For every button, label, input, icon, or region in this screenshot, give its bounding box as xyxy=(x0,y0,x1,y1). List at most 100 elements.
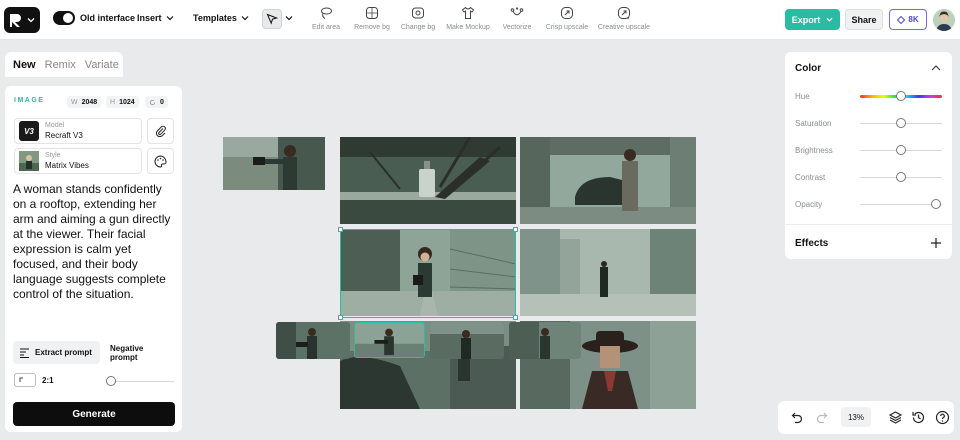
style-key: Style xyxy=(45,152,61,159)
hue-slider-knob[interactable] xyxy=(896,91,906,101)
chevron-down-icon xyxy=(285,16,293,21)
crisp-upscale-tool[interactable]: Crisp upscale xyxy=(535,6,599,31)
lasso-icon xyxy=(321,7,332,19)
effects-section-title: Effects xyxy=(795,238,829,249)
model-badge: V3 xyxy=(24,126,34,136)
select-tool-button[interactable] xyxy=(262,9,282,29)
remove-bg-label: Remove bg xyxy=(354,24,390,31)
extract-prompt-label: Extract prompt xyxy=(35,348,92,357)
count-field[interactable]: 0 xyxy=(145,96,168,108)
model-value: Recraft V3 xyxy=(45,131,83,140)
plus-icon[interactable] xyxy=(931,238,941,248)
brightness-label: Brightness xyxy=(795,146,833,155)
top-toolbar: Old interface Insert Templates Edit area… xyxy=(0,0,960,40)
make-mockup-label: Make Mockup xyxy=(446,24,490,31)
generate-button[interactable]: Generate xyxy=(13,402,175,426)
resize-handle-bottom-right[interactable] xyxy=(513,315,518,320)
credits-label: 8K xyxy=(908,15,919,24)
chevron-down-icon xyxy=(27,18,35,23)
vectorize-label: Vectorize xyxy=(502,24,532,31)
resize-handle-top-left[interactable] xyxy=(338,227,343,232)
refresh-icon xyxy=(149,99,156,105)
redo-icon[interactable] xyxy=(815,410,830,425)
canvas-image-4[interactable] xyxy=(520,229,696,316)
resize-handle-bottom-left[interactable] xyxy=(338,315,343,320)
user-avatar[interactable] xyxy=(933,9,955,31)
chevron-down-icon xyxy=(241,16,249,21)
undo-icon[interactable] xyxy=(789,410,804,425)
height-field[interactable]: H 1024 xyxy=(106,96,139,108)
aspect-ratio-icon[interactable] xyxy=(14,373,36,387)
canvas-thumbnail-3[interactable] xyxy=(430,322,504,359)
canvas-thumbnail-4[interactable] xyxy=(509,322,581,359)
templates-menu[interactable]: Templates xyxy=(193,13,237,23)
remove-bg-icon xyxy=(366,7,378,19)
canvas-image-1[interactable] xyxy=(223,137,325,190)
insert-menu[interactable]: Insert xyxy=(137,13,162,23)
style-value: Matrix Vibes xyxy=(45,161,89,170)
ratio-shape-icon xyxy=(19,377,23,382)
negative-prompt-label: Negative prompt xyxy=(110,343,144,362)
export-button[interactable]: Export xyxy=(785,9,840,30)
saturation-slider-knob[interactable] xyxy=(896,118,906,128)
model-selector[interactable]: V3 Model Recraft V3 xyxy=(14,118,142,144)
chevron-down-icon xyxy=(166,16,174,21)
canvas-thumbnail-1[interactable] xyxy=(276,322,350,359)
layers-icon[interactable] xyxy=(888,410,903,425)
tab-remix[interactable]: Remix xyxy=(45,59,76,71)
adjustments-panel: Color Hue Saturation Brightness Contrast… xyxy=(785,52,952,259)
width-field[interactable]: W 2048 xyxy=(67,96,102,108)
change-bg-label: Change bg xyxy=(400,24,436,31)
attach-button[interactable] xyxy=(147,118,174,144)
history-icon[interactable] xyxy=(911,410,926,425)
zoom-level[interactable]: 13% xyxy=(841,407,871,427)
opacity-slider-knob[interactable] xyxy=(931,199,941,209)
recraft-logo-icon xyxy=(10,14,21,27)
negative-prompt-button[interactable]: Negative prompt xyxy=(104,341,178,364)
chevron-down-icon xyxy=(826,17,833,22)
opacity-slider-track[interactable] xyxy=(860,204,942,205)
style-selector[interactable]: Style Matrix Vibes xyxy=(14,148,142,174)
avatar-image xyxy=(933,9,955,31)
style-palette-button[interactable] xyxy=(147,148,174,174)
share-button[interactable]: Share xyxy=(845,9,883,30)
aspect-ratio-slider-knob[interactable] xyxy=(106,376,116,386)
prompt-textarea[interactable]: A woman stands confidently on a rooftop,… xyxy=(13,182,177,302)
generation-panel: IMAGE W 2048 H 1024 0 V3 Model Recraft V… xyxy=(5,86,182,432)
width-value: 2048 xyxy=(81,98,98,106)
tab-new[interactable]: New xyxy=(13,59,36,71)
chevron-up-icon[interactable] xyxy=(931,64,941,72)
aspect-ratio-slider-track[interactable] xyxy=(107,381,174,382)
export-label: Export xyxy=(791,14,821,25)
app-menu-button[interactable] xyxy=(4,7,40,33)
resize-handle-top-right[interactable] xyxy=(513,227,518,232)
help-icon[interactable] xyxy=(935,410,950,425)
brightness-slider-knob[interactable] xyxy=(896,145,906,155)
credits-button[interactable]: 8K xyxy=(889,9,927,30)
color-section-title: Color xyxy=(795,63,822,74)
canvas-image-2[interactable] xyxy=(340,137,516,224)
contrast-label: Contrast xyxy=(795,173,826,182)
mode-tabs: New Remix Variate xyxy=(5,52,123,77)
aspect-ratio-value: 2:1 xyxy=(42,376,54,385)
palette-icon xyxy=(154,154,167,168)
height-key: H xyxy=(110,98,116,106)
contrast-slider-knob[interactable] xyxy=(896,172,906,182)
count-value: 0 xyxy=(160,98,164,106)
canvas-thumbnail-2[interactable] xyxy=(354,322,425,358)
creative-upscale-tool[interactable]: Creative upscale xyxy=(592,6,656,31)
model-thumbnail: V3 xyxy=(19,121,39,141)
model-key: Model xyxy=(45,122,65,129)
old-interface-toggle[interactable] xyxy=(53,11,75,25)
canvas-image-3[interactable] xyxy=(520,137,696,224)
width-key: W xyxy=(71,98,78,106)
edit-area-label: Edit area xyxy=(311,24,341,31)
diamond-icon xyxy=(897,15,906,24)
canvas-image-selected[interactable] xyxy=(340,229,516,316)
extract-prompt-button[interactable]: Extract prompt xyxy=(13,341,100,364)
tab-variate[interactable]: Variate xyxy=(85,59,119,71)
shirt-icon xyxy=(461,6,475,19)
change-bg-icon xyxy=(412,7,424,19)
style-thumbnail xyxy=(19,151,39,171)
panel-divider xyxy=(785,224,952,225)
